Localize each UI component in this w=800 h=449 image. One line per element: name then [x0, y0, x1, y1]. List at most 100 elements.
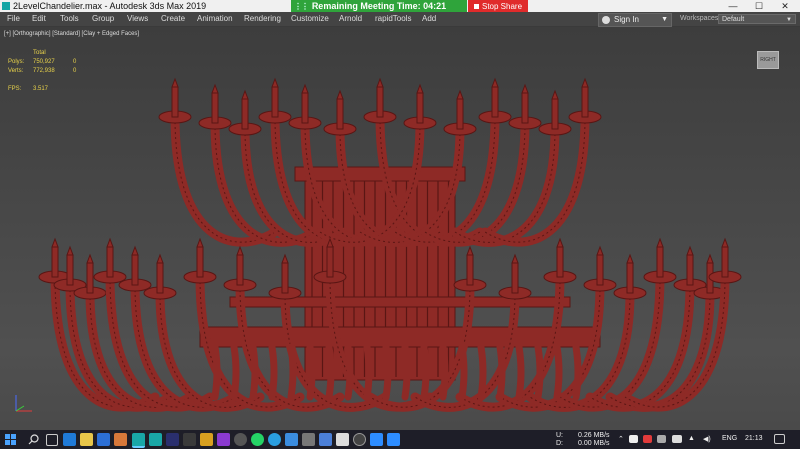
- network-icon[interactable]: ▲: [688, 435, 695, 442]
- candle: [456, 98, 464, 130]
- app-icon-circle[interactable]: [234, 433, 247, 446]
- 3dsmax-taskbar-icon[interactable]: [132, 433, 145, 448]
- whatsapp-icon[interactable]: [251, 433, 264, 446]
- app-icon-blue[interactable]: [285, 433, 298, 446]
- candle-flame-tip: [86, 253, 94, 264]
- language-indicator[interactable]: ENG: [722, 435, 737, 442]
- zoom-meeting-icon[interactable]: [387, 433, 400, 446]
- app-icon-orange[interactable]: [114, 433, 127, 446]
- edge-browser-icon[interactable]: [63, 433, 76, 446]
- candle-flame-tip: [511, 253, 519, 264]
- candle-flame-tip: [336, 89, 344, 100]
- hanging-drop: [363, 343, 373, 401]
- menu-arnold[interactable]: Arnold: [339, 12, 362, 26]
- hanging-drop: [344, 343, 354, 401]
- chevron-down-icon: ▼: [661, 16, 668, 23]
- polys-total: 750,927: [33, 59, 55, 65]
- minimize-button[interactable]: —: [722, 0, 744, 12]
- menu-customize[interactable]: Customize: [291, 12, 329, 26]
- candle-flame-tip: [466, 245, 474, 256]
- candle-flame-tip: [281, 253, 289, 264]
- task-view-icon[interactable]: [46, 434, 58, 446]
- menu-group[interactable]: Group: [92, 12, 114, 26]
- candle: [236, 254, 244, 286]
- sign-in-button[interactable]: Sign In ▼: [598, 13, 672, 27]
- menu-create[interactable]: Create: [161, 12, 185, 26]
- close-button[interactable]: ✕: [774, 0, 796, 12]
- candle: [656, 246, 664, 278]
- file-explorer-icon[interactable]: [80, 433, 93, 446]
- menu-tools[interactable]: Tools: [60, 12, 79, 26]
- candle: [326, 246, 334, 278]
- battery-icon[interactable]: [672, 435, 682, 443]
- app-icon-purple[interactable]: [217, 433, 230, 446]
- candle: [721, 246, 729, 278]
- chandelier-model[interactable]: [0, 27, 800, 430]
- menu-animation[interactable]: Animation: [197, 12, 233, 26]
- clock-time[interactable]: 21:13: [745, 435, 763, 442]
- menu-file[interactable]: File: [7, 12, 20, 26]
- zoom-icon[interactable]: [370, 433, 383, 446]
- polys-label: Polys:: [8, 59, 25, 65]
- verts-selected: 0: [73, 68, 77, 74]
- candle-flame-tip: [706, 253, 714, 264]
- hanging-drop: [477, 343, 487, 401]
- viewcube[interactable]: RIGHT: [757, 51, 779, 69]
- store-icon[interactable]: [97, 433, 110, 446]
- candle: [156, 262, 164, 294]
- menu-add[interactable]: Add: [422, 12, 436, 26]
- candle: [211, 92, 219, 124]
- hanging-drop: [382, 343, 392, 401]
- candle: [686, 254, 694, 286]
- hanging-drop: [534, 343, 544, 401]
- download-label: D:: [556, 440, 563, 447]
- app-icon-stack[interactable]: [319, 433, 332, 446]
- app-icon-gray[interactable]: [183, 433, 196, 446]
- viewport-orthographic[interactable]: [+] [Orthographic] [Standard] [Clay + Ed…: [0, 27, 800, 430]
- candle-flame-tip: [581, 77, 589, 88]
- candle-flame-tip: [686, 245, 694, 256]
- candle-flame-tip: [171, 77, 179, 88]
- candle-flame-tip: [626, 253, 634, 264]
- candle-flame-tip: [456, 89, 464, 100]
- viewport-label[interactable]: [+] [Orthographic] [Standard] [Clay + Ed…: [4, 31, 139, 37]
- app-icon-ring[interactable]: [353, 433, 366, 446]
- hanging-drop: [458, 343, 468, 401]
- candle: [171, 86, 179, 118]
- hanging-drop: [287, 343, 297, 401]
- windows-start-icon[interactable]: [5, 434, 16, 445]
- download-speed: 0.00 MB/s: [578, 440, 610, 447]
- menu-rendering[interactable]: Rendering: [244, 12, 281, 26]
- menu-rapidtools[interactable]: rapidTools: [375, 12, 411, 26]
- telegram-icon[interactable]: [268, 433, 281, 446]
- 3dsmax-alt-icon[interactable]: [149, 433, 162, 446]
- menu-views[interactable]: Views: [127, 12, 148, 26]
- candle-flame-tip: [156, 253, 164, 264]
- maximize-button[interactable]: ☐: [748, 0, 770, 12]
- candle-flame-tip: [521, 83, 529, 94]
- app-icon: [2, 2, 10, 10]
- menu-edit[interactable]: Edit: [32, 12, 46, 26]
- candle: [416, 92, 424, 124]
- hanging-drop: [211, 343, 221, 401]
- tray-app-icon[interactable]: [629, 435, 638, 443]
- candle: [556, 246, 564, 278]
- candle-flame-tip: [271, 77, 279, 88]
- notifications-icon[interactable]: [774, 434, 785, 444]
- candle: [241, 98, 249, 130]
- photoshop-icon[interactable]: [166, 433, 179, 446]
- tray-expand-icon[interactable]: ⌃: [618, 435, 624, 443]
- app-icon-white[interactable]: [336, 433, 349, 446]
- drag-handle-icon[interactable]: ⋮⋮: [294, 2, 309, 11]
- candle: [51, 246, 59, 278]
- viewcube-face-label: RIGHT: [760, 57, 776, 63]
- search-icon[interactable]: [28, 434, 39, 445]
- tray-red-icon[interactable]: [643, 435, 652, 443]
- workspaces-dropdown[interactable]: Default ▼: [718, 14, 796, 24]
- app-icon-yellow[interactable]: [200, 433, 213, 446]
- app-icon-dark[interactable]: [302, 433, 315, 446]
- volume-icon[interactable]: ◀): [703, 435, 711, 443]
- candle: [196, 246, 204, 278]
- tray-gray-icon[interactable]: [657, 435, 666, 443]
- candle: [596, 254, 604, 286]
